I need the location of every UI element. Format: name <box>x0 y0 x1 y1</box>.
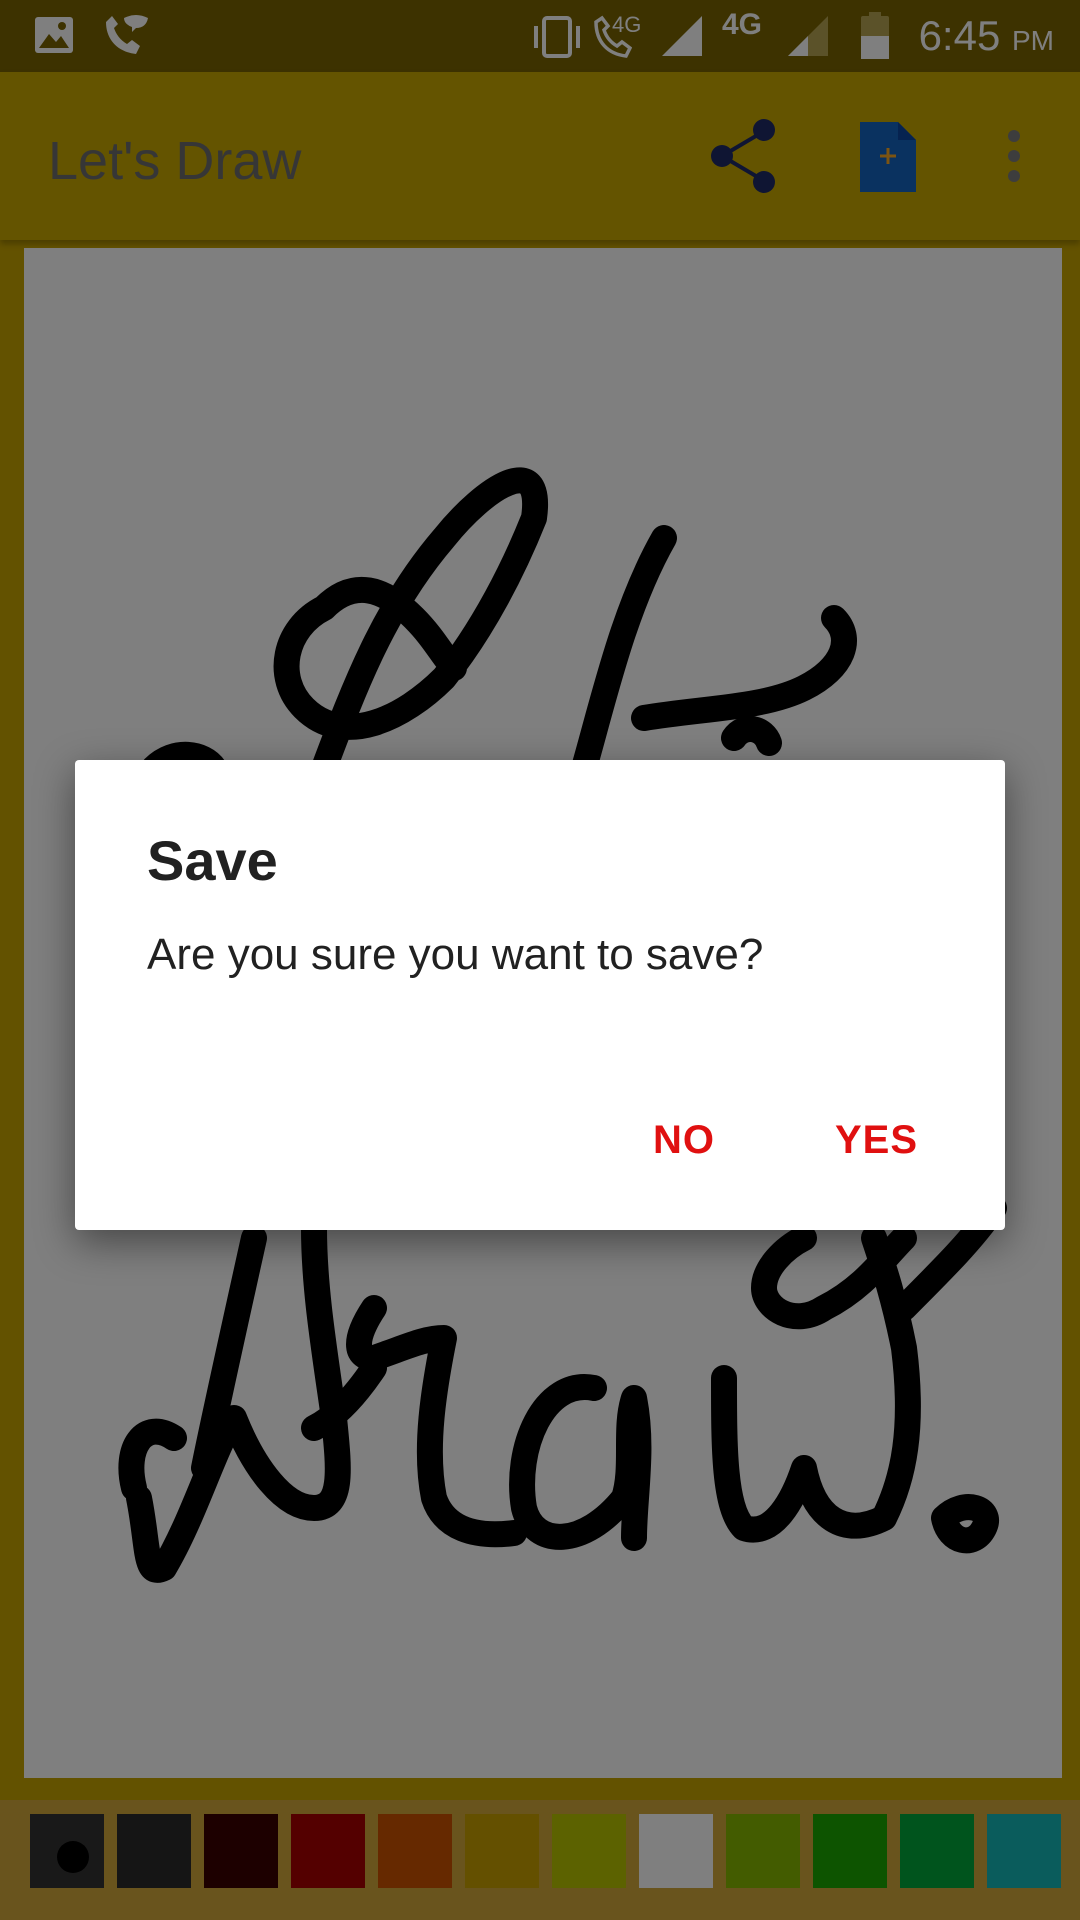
dialog-message: Are you sure you want to save? <box>147 930 764 979</box>
dialog-title: Save <box>147 829 278 892</box>
no-button[interactable]: NO <box>641 1110 727 1171</box>
app-screen: 4G 4G 6:45 PM Let's Draw <box>0 0 1080 1920</box>
save-dialog: Save Are you sure you want to save? NO Y… <box>75 760 1005 1230</box>
yes-button[interactable]: YES <box>823 1110 930 1171</box>
